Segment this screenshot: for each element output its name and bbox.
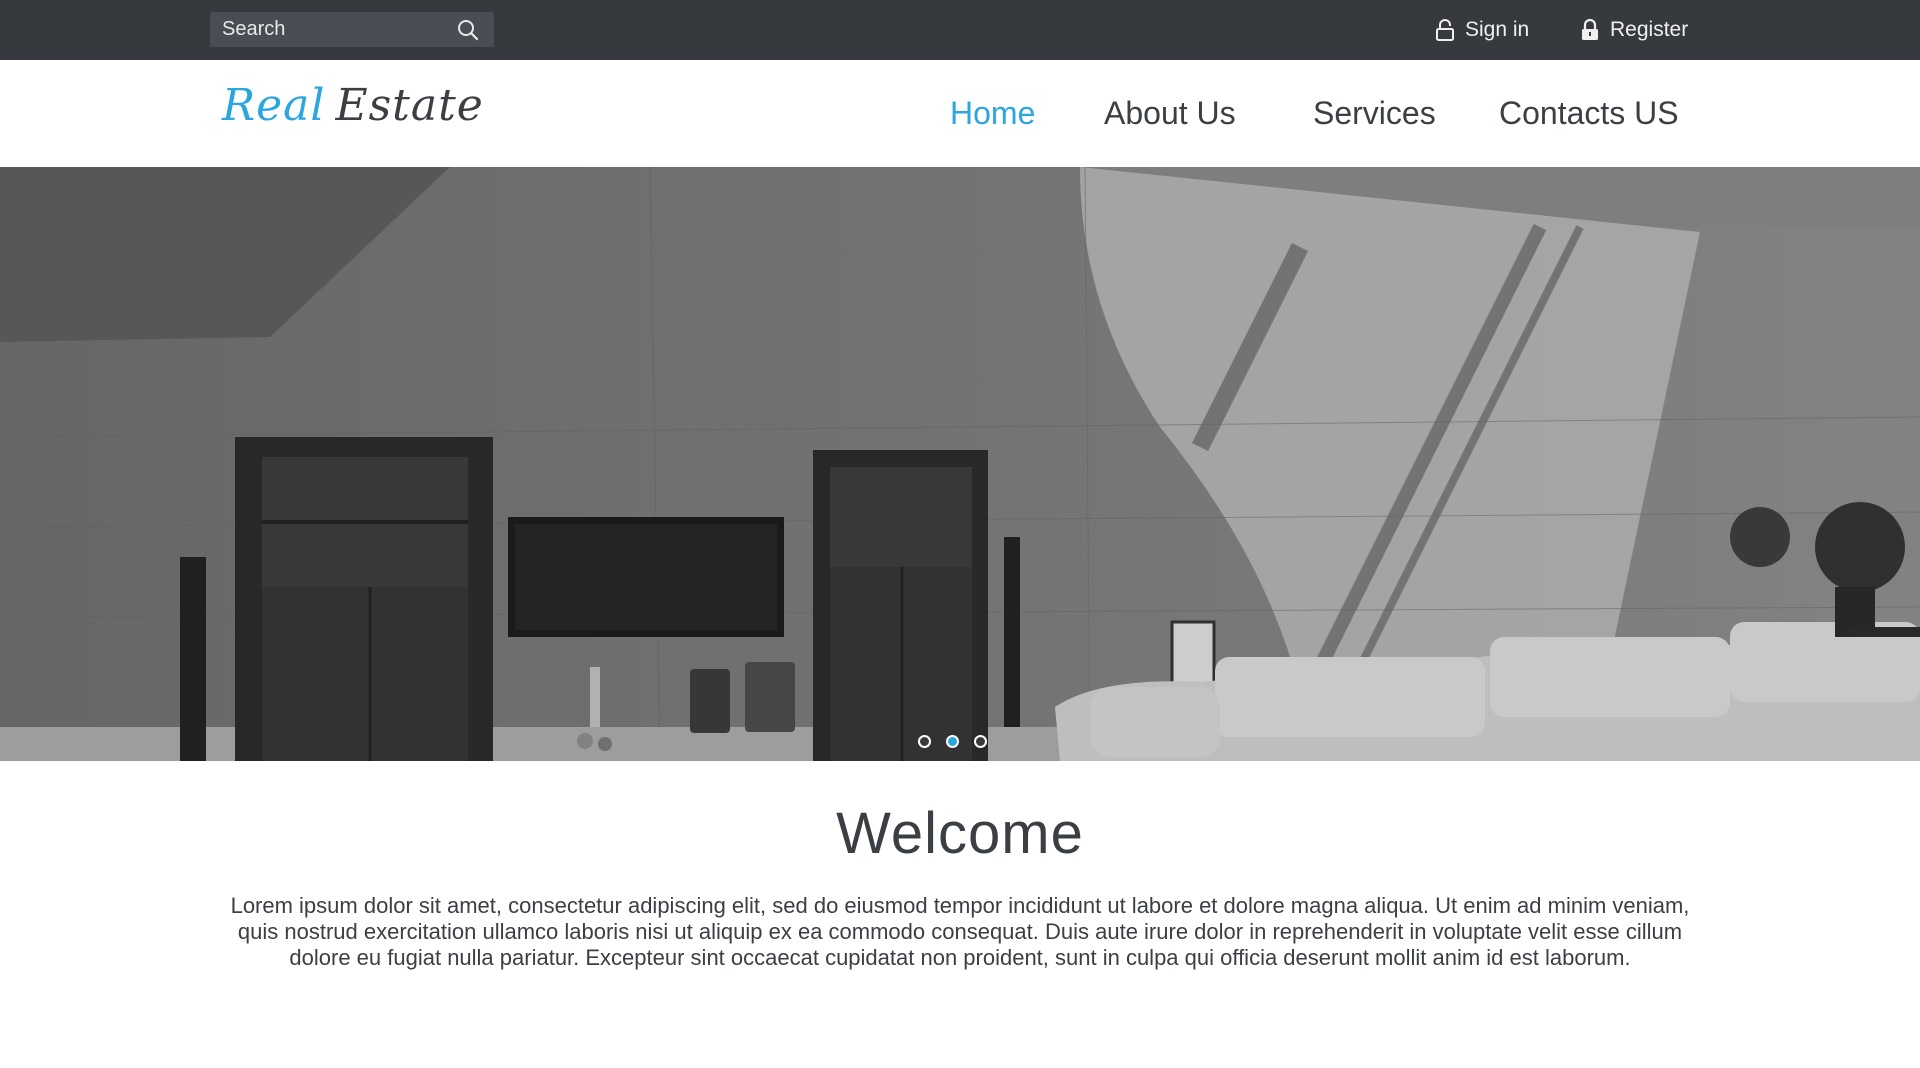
search-icon[interactable] bbox=[456, 18, 480, 42]
nav-about-us[interactable]: About Us bbox=[1104, 60, 1236, 167]
welcome-heading: Welcome bbox=[836, 801, 1084, 866]
unlocked-lock-icon bbox=[1436, 19, 1454, 41]
slider-dot-3[interactable] bbox=[974, 735, 987, 748]
welcome-text: Lorem ipsum dolor sit amet, consectetur … bbox=[230, 893, 1690, 970]
top-bar: Sign in Register bbox=[0, 0, 1920, 60]
logo-word-estate: Estate bbox=[335, 80, 484, 131]
nav-services[interactable]: Services bbox=[1313, 60, 1436, 167]
lock-icon bbox=[1582, 19, 1598, 40]
site-logo[interactable]: Real Estate bbox=[222, 80, 484, 131]
nav-contacts-us[interactable]: Contacts US bbox=[1499, 60, 1679, 167]
search-input[interactable] bbox=[222, 12, 442, 47]
slider-dot-2[interactable] bbox=[946, 735, 959, 748]
hero-slider bbox=[0, 167, 1920, 761]
register-link[interactable]: Register bbox=[1580, 0, 1688, 60]
hero-image bbox=[0, 167, 1920, 761]
logo-word-real: Real bbox=[222, 80, 326, 131]
search-box bbox=[210, 12, 494, 47]
register-label: Register bbox=[1610, 18, 1689, 41]
slider-pagination bbox=[918, 735, 987, 748]
site-header: Real Estate Home About Us Services Contac… bbox=[0, 60, 1920, 167]
sign-in-label: Sign in bbox=[1465, 18, 1530, 41]
nav-home[interactable]: Home bbox=[950, 60, 1035, 167]
slider-dot-1[interactable] bbox=[918, 735, 931, 748]
sign-in-link[interactable]: Sign in bbox=[1435, 0, 1529, 60]
